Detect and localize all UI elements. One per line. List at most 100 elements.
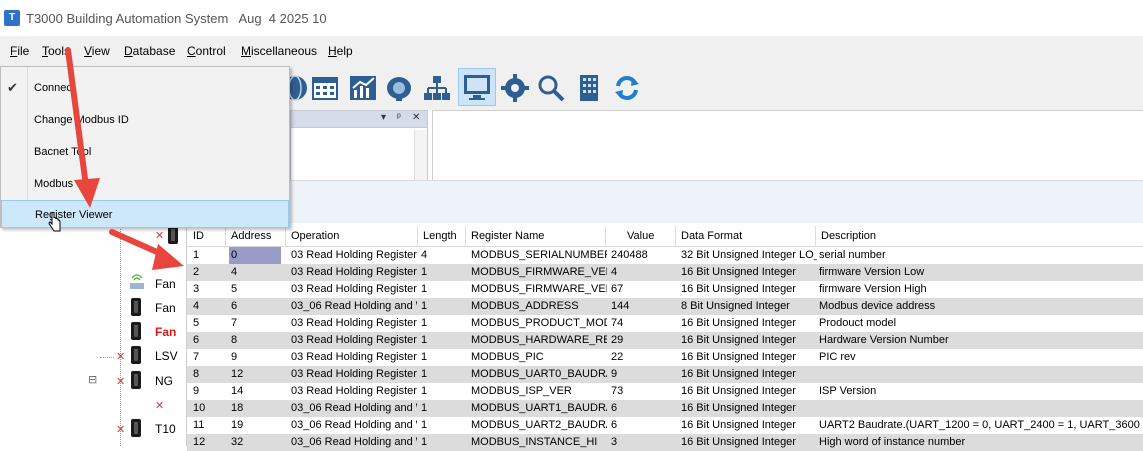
table-cell-data-format[interactable]: 16 Bit Unsigned Integer — [681, 351, 817, 363]
col-separator[interactable] — [675, 226, 676, 246]
col-separator[interactable] — [225, 226, 226, 246]
table-cell-data-format[interactable]: 8 Bit Unsigned Integer — [681, 300, 817, 312]
search-icon[interactable] — [534, 71, 568, 105]
col-header-id[interactable]: ID — [193, 230, 204, 242]
table-cell-id[interactable]: 8 — [193, 368, 223, 380]
table-cell-value[interactable]: 73 — [611, 385, 673, 397]
col-separator[interactable] — [815, 226, 816, 246]
table-cell-address[interactable]: 19 — [231, 419, 283, 431]
table-cell-id[interactable]: 1 — [193, 249, 223, 261]
menu-file[interactable]: File — [10, 44, 29, 58]
table-cell-register-name[interactable]: MODBUS_INSTANCE_HI — [471, 436, 607, 448]
table-cell-description[interactable]: UART2 Baudrate.(UART_1200 = 0, UART_2400… — [819, 419, 1143, 431]
table-cell-register-name[interactable]: MODBUS_UART1_BAUDRATE — [471, 402, 607, 414]
table-cell-register-name[interactable]: MODBUS_ISP_VER — [471, 385, 607, 397]
table-cell-id[interactable]: 6 — [193, 334, 223, 346]
table-cell-data-format[interactable]: 16 Bit Unsigned Integer — [681, 385, 817, 397]
table-cell-length[interactable]: 1 — [421, 351, 463, 363]
menu-help[interactable]: Help — [328, 44, 353, 58]
table-cell-address[interactable]: 9 — [231, 351, 283, 363]
table-cell-operation[interactable]: 03_06 Read Holding and W — [291, 402, 417, 414]
table-cell-data-format[interactable]: 16 Bit Unsigned Integer — [681, 334, 817, 346]
col-separator[interactable] — [465, 226, 466, 246]
table-cell-address[interactable]: 32 — [231, 436, 283, 448]
table-cell-description[interactable]: PIC rev — [819, 351, 1143, 363]
tree-node-fan-1[interactable]: Fan — [155, 277, 176, 291]
table-cell-length[interactable]: 1 — [421, 334, 463, 346]
monitor-icon[interactable] — [458, 68, 496, 106]
tree-node-fan-3[interactable]: Fan — [155, 325, 176, 339]
col-separator[interactable] — [285, 226, 286, 246]
table-cell-length[interactable]: 4 — [421, 249, 463, 261]
table-cell-value[interactable]: 74 — [611, 317, 673, 329]
menu-database[interactable]: Database — [124, 44, 175, 58]
alarm-icon[interactable] — [382, 71, 416, 105]
table-cell-address[interactable]: 18 — [231, 402, 283, 414]
table-cell-data-format[interactable]: 16 Bit Unsigned Integer — [681, 283, 817, 295]
table-cell-value[interactable]: 6 — [611, 402, 673, 414]
col-header-value[interactable]: Value — [627, 230, 654, 242]
col-header-register-name[interactable]: Register Name — [471, 230, 544, 242]
table-cell-address[interactable]: 4 — [231, 266, 283, 278]
table-cell-operation[interactable]: 03 Read Holding Registers — [291, 317, 417, 329]
table-cell-value[interactable]: 144 — [611, 300, 673, 312]
table-cell-length[interactable]: 1 — [421, 368, 463, 380]
col-header-data-format[interactable]: Data Format — [681, 230, 742, 242]
table-cell-value[interactable]: 67 — [611, 283, 673, 295]
table-cell-data-format[interactable]: 32 Bit Unsigned Integer LO_F — [681, 249, 817, 261]
table-row[interactable]: 1 0 03 Read Holding Registers 4 MODBUS_SERIA… — [187, 247, 1143, 264]
table-cell-register-name[interactable]: MODBUS_FIRMWARE_VERSI — [471, 266, 607, 278]
menu-control[interactable]: Control — [187, 44, 226, 58]
table-cell-id[interactable]: 4 — [193, 300, 223, 312]
trend-chart-icon[interactable] — [346, 71, 380, 105]
table-cell-address[interactable]: 5 — [231, 283, 283, 295]
panel-scrollbar[interactable] — [414, 130, 427, 180]
table-cell-description[interactable]: Prodouct model — [819, 317, 1143, 329]
table-cell-register-name[interactable]: MODBUS_FIRMWARE_VERSI — [471, 283, 607, 295]
table-row[interactable]: 6 8 03 Read Holding Registers 1 MODBUS_HARDW… — [187, 332, 1143, 349]
table-cell-operation[interactable]: 03_06 Read Holding and W — [291, 300, 417, 312]
table-cell-data-format[interactable]: 16 Bit Unsigned Integer — [681, 317, 817, 329]
table-cell-data-format[interactable]: 16 Bit Unsigned Integer — [681, 419, 817, 431]
table-row[interactable]: 3 5 03 Read Holding Registers 1 MODBUS_FIRMW… — [187, 281, 1143, 298]
menu-item-connect[interactable]: Connect — [1, 73, 289, 103]
tree-node-t10[interactable]: T10 — [155, 422, 176, 436]
table-cell-value[interactable]: 22 — [611, 351, 673, 363]
tree-node-lsv[interactable]: LSV — [155, 349, 178, 363]
table-cell-length[interactable]: 1 — [421, 419, 463, 431]
table-cell-address[interactable]: 8 — [231, 334, 283, 346]
table-cell-value[interactable]: 3 — [611, 436, 673, 448]
table-row[interactable]: 2 4 03 Read Holding Registers 1 MODBUS_FIRMW… — [187, 264, 1143, 281]
table-cell-register-name[interactable]: MODBUS_PIC — [471, 351, 607, 363]
table-cell-description[interactable]: ISP Version — [819, 385, 1143, 397]
table-cell-operation[interactable]: 03 Read Holding Registers — [291, 385, 417, 397]
menu-miscellaneous[interactable]: Miscellaneous — [241, 44, 317, 58]
table-row[interactable]: 12 32 03_06 Read Holding and W 1 MODBUS_INST… — [187, 434, 1143, 451]
table-cell-register-name[interactable]: MODBUS_HARDWARE_REV — [471, 334, 607, 346]
table-cell-register-name[interactable]: MODBUS_UART2_BAUDRATE — [471, 419, 607, 431]
table-cell-length[interactable]: 1 — [421, 283, 463, 295]
menu-view[interactable]: View — [84, 44, 110, 58]
table-cell-id[interactable]: 9 — [193, 385, 223, 397]
col-separator[interactable] — [417, 226, 418, 246]
table-cell-length[interactable]: 1 — [421, 266, 463, 278]
network-tree-icon[interactable] — [420, 71, 454, 105]
table-cell-length[interactable]: 1 — [421, 385, 463, 397]
table-row[interactable]: 9 14 03 Read Holding Registers 1 MODBUS_ISP_… — [187, 383, 1143, 400]
table-row[interactable]: 4 6 03_06 Read Holding and W 1 MODBUS_ADDRES… — [187, 298, 1143, 315]
table-cell-description[interactable]: firmware Version Low — [819, 266, 1143, 278]
table-cell-register-name[interactable]: MODBUS_UART0_BAUDRATE — [471, 368, 607, 380]
table-cell-operation[interactable]: 03 Read Holding Registers — [291, 249, 417, 261]
table-row[interactable]: 5 7 03 Read Holding Registers 1 MODBUS_PRODU… — [187, 315, 1143, 332]
col-header-description[interactable]: Description — [821, 230, 876, 242]
col-header-length[interactable]: Length — [423, 230, 457, 242]
table-cell-description[interactable]: Modbus device address — [819, 300, 1143, 312]
table-cell-description[interactable]: serial number — [819, 249, 1143, 261]
table-cell-length[interactable]: 1 — [421, 317, 463, 329]
menu-tools[interactable]: Tools — [42, 44, 70, 58]
table-cell-operation[interactable]: 03 Read Holding Registers — [291, 334, 417, 346]
table-cell-id[interactable]: 3 — [193, 283, 223, 295]
table-cell-id[interactable]: 5 — [193, 317, 223, 329]
table-cell-value[interactable]: 240488 — [611, 249, 673, 261]
table-cell-value[interactable]: 4 — [611, 266, 673, 278]
